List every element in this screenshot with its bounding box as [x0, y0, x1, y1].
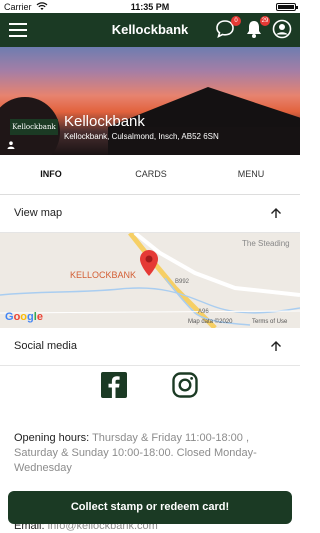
app-bar: Kellockbank 0 29: [0, 13, 300, 47]
opening-hours: Opening hours: Thursday & Friday 11:00-1…: [14, 431, 290, 476]
tab-cards[interactable]: CARDS: [116, 169, 186, 179]
collect-stamp-button[interactable]: Collect stamp or redeem card!: [8, 491, 292, 524]
map-attribution: Map data ©2020: [188, 319, 233, 325]
social-media-toggle[interactable]: Social media: [0, 328, 300, 366]
map-terms-link[interactable]: Terms of Use: [252, 319, 287, 325]
tab-info[interactable]: INFO: [16, 169, 86, 179]
venue-name: Kellockbank: [64, 113, 145, 130]
chevron-up-icon: [271, 208, 281, 218]
tab-bar: INFO CARDS MENU: [0, 155, 300, 195]
map-place-label: KELLOCKBANK: [70, 270, 137, 280]
view-map-toggle[interactable]: View map: [0, 195, 300, 233]
person-icon: [7, 141, 15, 149]
facebook-icon[interactable]: [101, 372, 127, 398]
area-label: The Steading: [242, 239, 290, 248]
hero-banner: Kellockbank Kellockbank Kellockbank, Cul…: [0, 47, 300, 155]
account-button[interactable]: [272, 19, 294, 41]
status-bar: Carrier 11:35 PM: [0, 0, 300, 13]
venue-address: Kellockbank, Culsalmond, Insch, AB52 6SN: [64, 132, 219, 141]
road-label-a96: A96: [198, 309, 209, 315]
map-pin-icon[interactable]: [140, 250, 158, 276]
tab-menu[interactable]: MENU: [216, 169, 286, 179]
instagram-icon[interactable]: [172, 372, 198, 398]
opening-hours-label: Opening hours:: [14, 432, 90, 444]
notification-badge: 29: [260, 16, 270, 26]
social-links: [0, 365, 300, 405]
notifications-button[interactable]: 29: [244, 16, 270, 41]
battery-icon: [276, 3, 298, 11]
user-circle-icon: [272, 19, 292, 39]
chevron-up-icon: [271, 341, 281, 351]
chat-badge: 0: [231, 16, 241, 26]
map-view[interactable]: B992 A96 The Steading KELLOCKBANK Google…: [0, 233, 300, 328]
google-logo: Google: [5, 311, 43, 323]
view-map-label: View map: [14, 207, 63, 219]
social-media-label: Social media: [14, 340, 77, 352]
road-label-b992: B992: [175, 279, 190, 285]
chat-button[interactable]: 0: [215, 16, 241, 41]
clock: 11:35 PM: [130, 2, 170, 12]
venue-logo: Kellockbank: [10, 119, 58, 135]
